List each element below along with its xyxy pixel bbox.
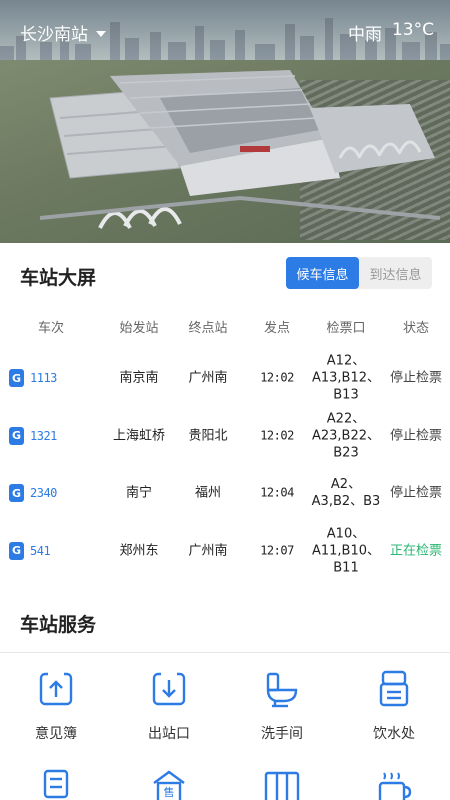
- chevron-down-icon: [96, 30, 106, 37]
- train-number[interactable]: 1113: [30, 371, 57, 385]
- water-dispenser-icon: [379, 670, 409, 707]
- svg-text:售: 售: [164, 785, 175, 799]
- station-hero-photo: 长沙南站 中雨 13°C: [0, 0, 450, 243]
- train-cell: G 1113: [9, 369, 57, 387]
- service-label: 洗手间: [261, 726, 303, 742]
- train-cell: G 2340: [9, 484, 57, 502]
- table-row[interactable]: G 1321 上海虹桥 贵阳北 12:02 A22、 A23,B22、 B23 停止检票: [0, 407, 450, 465]
- table-row[interactable]: G 541 郑州东 广州南 12:07 A10、 A11,B10、 B11 正在检票: [0, 522, 450, 580]
- location-name: 长沙南站: [20, 25, 88, 45]
- gate-line: A10、: [326, 526, 366, 541]
- ticket-office-icon: 售: [153, 770, 185, 800]
- train-cell: G 541: [9, 541, 51, 560]
- destination-station: 福州: [194, 485, 222, 501]
- service-toilet[interactable]: 洗手间: [226, 669, 338, 743]
- origin-station: 南京南: [119, 370, 159, 386]
- service-label: 出站口: [148, 726, 190, 742]
- service-ticket-office[interactable]: 售: [113, 767, 225, 800]
- service-water[interactable]: 饮水处: [338, 669, 450, 743]
- gate-list: A10、 A11,B10、 B11: [312, 525, 380, 576]
- destination-station: 广州南: [188, 543, 228, 558]
- weather-temperature: 13°C: [391, 20, 434, 40]
- train-type-badge: G: [9, 484, 24, 502]
- service-hot-drink[interactable]: [338, 767, 450, 800]
- column-header-depart: 发点: [263, 321, 291, 336]
- services-grid: 意见簿 出站口 洗手间 饮水处 售: [0, 652, 450, 800]
- train-type-badge: G: [9, 426, 24, 445]
- status-text: 停止检票: [389, 428, 443, 443]
- origin-station: 上海虹桥: [112, 428, 166, 443]
- service-storage[interactable]: [226, 767, 338, 800]
- gate-line: A12、: [326, 353, 366, 369]
- train-number[interactable]: 541: [30, 544, 51, 558]
- train-number[interactable]: 2340: [30, 486, 57, 500]
- gate-line: A11,B10、: [311, 543, 381, 558]
- status-text: 正在检票: [389, 543, 443, 558]
- tab-waiting-info[interactable]: 候车信息: [286, 257, 359, 289]
- station-building: [40, 70, 440, 229]
- status-text: 停止检票: [389, 485, 443, 501]
- gate-line: A2、: [330, 477, 362, 492]
- monitor-icon: [43, 769, 69, 799]
- tab-arrival-info[interactable]: 到达信息: [359, 257, 432, 289]
- exit-download-icon: [152, 672, 186, 706]
- station-board: 车站大屏 候车信息 到达信息 车次 始发站 终点站 发点 检票口 状态 G 111…: [0, 243, 450, 575]
- feedback-upload-icon: [39, 672, 73, 706]
- hot-drink-icon: [378, 772, 412, 800]
- service-feedback[interactable]: 意见簿: [0, 669, 112, 743]
- departure-time: 12:07: [260, 543, 294, 557]
- service-exit[interactable]: 出站口: [113, 669, 225, 743]
- train-type-badge: G: [9, 369, 24, 387]
- gate-line: B23: [333, 445, 359, 460]
- gate-line: B13: [333, 387, 359, 403]
- status-text: 停止检票: [389, 370, 443, 386]
- column-header-destination: 终点站: [188, 321, 228, 336]
- column-header-origin: 始发站: [119, 321, 159, 336]
- column-header-gate: 检票口: [326, 321, 366, 336]
- weather-condition: 中雨: [347, 25, 382, 45]
- origin-station: 郑州东: [119, 543, 159, 558]
- gate-line: A3,B2、B3: [311, 494, 381, 509]
- origin-station: 南宁: [125, 485, 153, 501]
- service-label: 意见簿: [35, 726, 77, 742]
- column-header-train: 车次: [37, 321, 65, 336]
- train-number[interactable]: 1321: [30, 429, 57, 443]
- train-type-badge: G: [9, 541, 24, 560]
- board-title: 车站大屏: [20, 267, 97, 289]
- destination-station: 广州南: [188, 370, 228, 386]
- gate-line: A23,B22、: [311, 428, 381, 443]
- weather-info: 中雨 13°C: [348, 20, 434, 45]
- table-row[interactable]: G 1113 南京南 广州南 12:02 A12、 A13,B12、 B13 停止检票: [0, 349, 450, 407]
- departure-time: 12:04: [260, 485, 294, 500]
- column-header-status: 状态: [402, 321, 430, 336]
- storage-lockers-icon: [264, 771, 300, 800]
- gate-list: A22、 A23,B22、 B23: [312, 410, 380, 461]
- gate-line: A22、: [326, 411, 366, 426]
- location-selector[interactable]: 长沙南站: [20, 20, 106, 45]
- board-tab-switcher: 候车信息 到达信息: [286, 257, 432, 289]
- departure-time: 12:02: [260, 428, 294, 442]
- gate-list: A12、 A13,B12、 B13: [312, 353, 380, 404]
- service-label: 饮水处: [373, 726, 415, 742]
- gate-line: B11: [333, 560, 359, 575]
- gate-list: A2、 A3,B2、B3: [312, 476, 381, 510]
- services-title: 车站服务: [20, 614, 97, 636]
- service-monitor[interactable]: [0, 767, 112, 800]
- destination-station: 贵阳北: [188, 428, 228, 443]
- train-cell: G 1321: [9, 426, 57, 445]
- departure-time: 12:02: [260, 370, 294, 385]
- toilet-icon: [266, 672, 298, 708]
- gate-line: A13,B12、: [311, 370, 381, 386]
- table-row[interactable]: G 2340 南宁 福州 12:04 A2、 A3,B2、B3 停止检票: [0, 464, 450, 522]
- table-header: 车次 始发站 终点站 发点 检票口 状态: [0, 317, 450, 337]
